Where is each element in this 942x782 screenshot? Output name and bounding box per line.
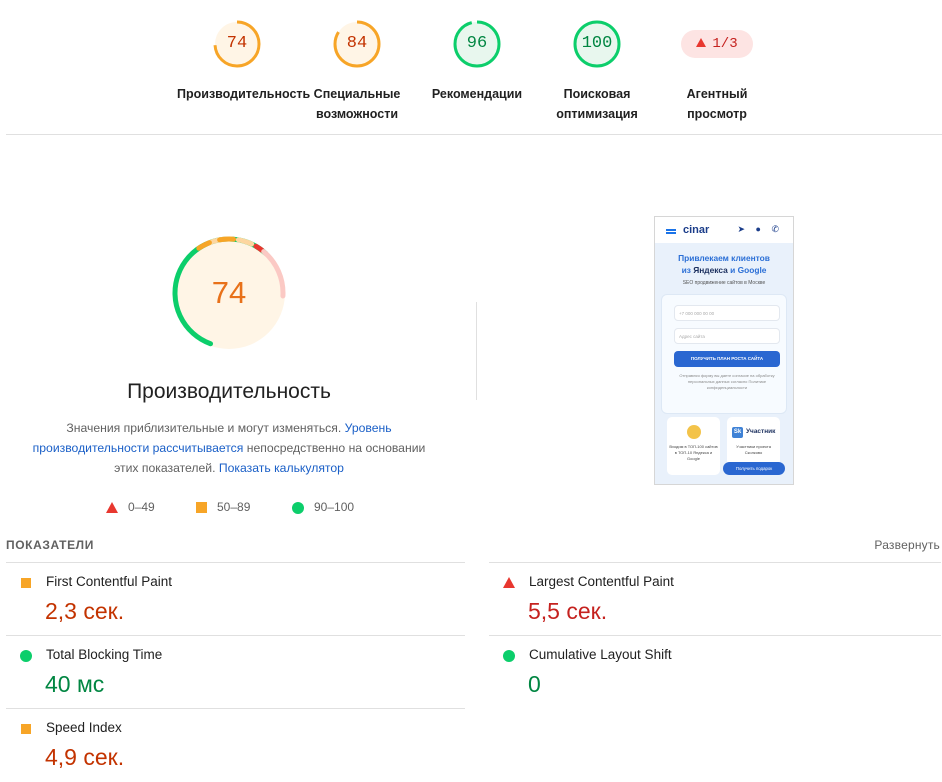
final-screenshot[interactable]: cinar ➤ ● ✆ Привлекаем клиентов из Яндек…	[654, 216, 794, 485]
pass-circle-icon	[503, 650, 515, 662]
fail-triangle-icon	[503, 577, 515, 588]
gauge-seo[interactable]: 100 Поисковая оптимизация	[537, 18, 657, 124]
metric-value: 2,3 сек.	[45, 598, 125, 624]
fail-triangle-icon	[106, 502, 118, 514]
performance-score: 74	[211, 275, 247, 310]
screenshot-header: cinar ➤ ● ✆	[655, 217, 793, 243]
gauge-label: Поисковая	[563, 87, 631, 101]
metrics-header: ПОКАЗАТЕЛИ Развернуть	[6, 538, 940, 554]
metric-name: Total Blocking Time	[46, 647, 163, 662]
gauge-accessibility[interactable]: 84 Специальные возможности	[297, 18, 417, 124]
screenshot-form: +7 000 000 00 00 Адрес сайта ПОЛУЧИТЬ ПЛ…	[661, 294, 787, 414]
gauge-label-line2: возможности	[315, 107, 399, 121]
gauge-performance[interactable]: 74 Производительность	[177, 18, 311, 104]
expand-toggle[interactable]: Развернуть	[874, 538, 940, 552]
gauge-score: 74	[226, 34, 248, 53]
legend-fail: 0–49	[106, 498, 155, 516]
metric-value: 40 мс	[45, 671, 105, 697]
metric-value: 5,5 сек.	[528, 598, 608, 624]
metric-lcp: Largest Contentful Paint 5,5 сек.	[489, 562, 941, 636]
average-square-icon	[21, 724, 31, 734]
screenshot-gift-chip: Получить подарок	[723, 462, 785, 475]
headline-line1: Привлекаем клиентов	[678, 253, 770, 263]
gauge-label: Агентный	[686, 87, 748, 101]
menu-icon	[666, 229, 676, 231]
performance-title: Производительность	[127, 380, 331, 403]
screenshot-subtitle: SEO продвижение сайтов в Москве	[682, 280, 766, 286]
metric-name: Largest Contentful Paint	[529, 574, 674, 589]
legend-fail-label: 0–49	[128, 500, 155, 514]
metric-cls: Cumulative Layout Shift 0	[489, 635, 941, 709]
gauge-label: Специальные	[313, 87, 401, 101]
headline-yandex: Яндекса	[693, 265, 728, 275]
metric-tbt: Total Blocking Time 40 мс	[6, 635, 465, 709]
agentic-score-pill: 1/3	[681, 30, 753, 58]
metric-fcp: First Contentful Paint 2,3 сек.	[6, 562, 465, 636]
fail-triangle-icon	[696, 38, 707, 47]
headline-pre: из	[681, 265, 694, 275]
legend-average: 50–89	[196, 498, 250, 516]
phone-input: +7 000 000 00 00	[674, 305, 780, 321]
card-text: Участники проекта Сколково	[736, 444, 771, 455]
screenshot-note: Отправляя форму вы даете согласие на обр…	[679, 373, 775, 390]
pass-circle-icon	[20, 650, 32, 662]
legend-average-label: 50–89	[217, 500, 251, 514]
site-logo: cinar	[683, 224, 710, 236]
category-gauges: 74 Производительность 84 Специальные воз…	[0, 18, 942, 128]
gauge-label: Производительность	[177, 87, 311, 101]
skolkovo-logo: Sk	[732, 427, 743, 438]
screenshot-cta-button: ПОЛУЧИТЬ ПЛАН РОСТА САЙТА	[674, 351, 780, 367]
legend-pass-label: 90–100	[314, 500, 355, 514]
metric-value: 4,9 сек.	[45, 744, 125, 770]
metric-name: First Contentful Paint	[46, 574, 173, 589]
gauge-agentic-browsing[interactable]: 1/3 Агентный просмотр	[657, 18, 777, 124]
vertical-divider	[476, 302, 477, 400]
gauge-label-line2: просмотр	[687, 107, 747, 121]
medal-icon	[687, 425, 701, 439]
metrics-title: ПОКАЗАТЕЛИ	[6, 538, 94, 552]
header-divider	[6, 134, 942, 135]
gauge-best-practices[interactable]: 96 Рекомендации	[417, 18, 537, 104]
pass-circle-icon	[292, 501, 304, 514]
average-square-icon	[21, 578, 31, 588]
screenshot-card-award: Входим в ТОП-100 сайтов в ТОП-10 Яндекса…	[667, 417, 720, 475]
screenshot-headline: Привлекаем клиентов из Яндекса и Google	[655, 252, 793, 276]
desc-text: Значения приблизительные и могут изменят…	[66, 421, 345, 435]
card-text: Входим в ТОП-100 сайтов в ТОП-10 Яндекса…	[669, 444, 718, 461]
show-calculator-link[interactable]: Показать калькулятор	[219, 461, 344, 475]
contact-icons: ➤ ● ✆	[737, 224, 783, 234]
metric-value: 0	[528, 671, 541, 697]
agentic-score: 1/3	[712, 36, 738, 52]
legend-pass: 90–100	[292, 498, 354, 516]
gauge-label: Рекомендации	[431, 87, 523, 101]
metric-name: Speed Index	[46, 720, 122, 735]
card-title: Участник	[746, 428, 776, 435]
metric-si: Speed Index 4,9 сек.	[6, 708, 465, 782]
gauge-score: 96	[466, 34, 488, 53]
performance-description: Значения приблизительные и могут изменят…	[30, 418, 428, 478]
headline-mid: и	[727, 265, 738, 275]
gauge-score: 100	[581, 34, 613, 53]
headline-google: Google	[737, 265, 767, 275]
metric-name: Cumulative Layout Shift	[529, 647, 672, 662]
average-square-icon	[196, 502, 207, 514]
site-input: Адрес сайта	[674, 328, 780, 344]
gauge-label-line2: оптимизация	[556, 107, 638, 121]
gauge-score: 84	[346, 34, 368, 53]
score-legend: 0–49 50–89 90–100	[0, 498, 458, 516]
